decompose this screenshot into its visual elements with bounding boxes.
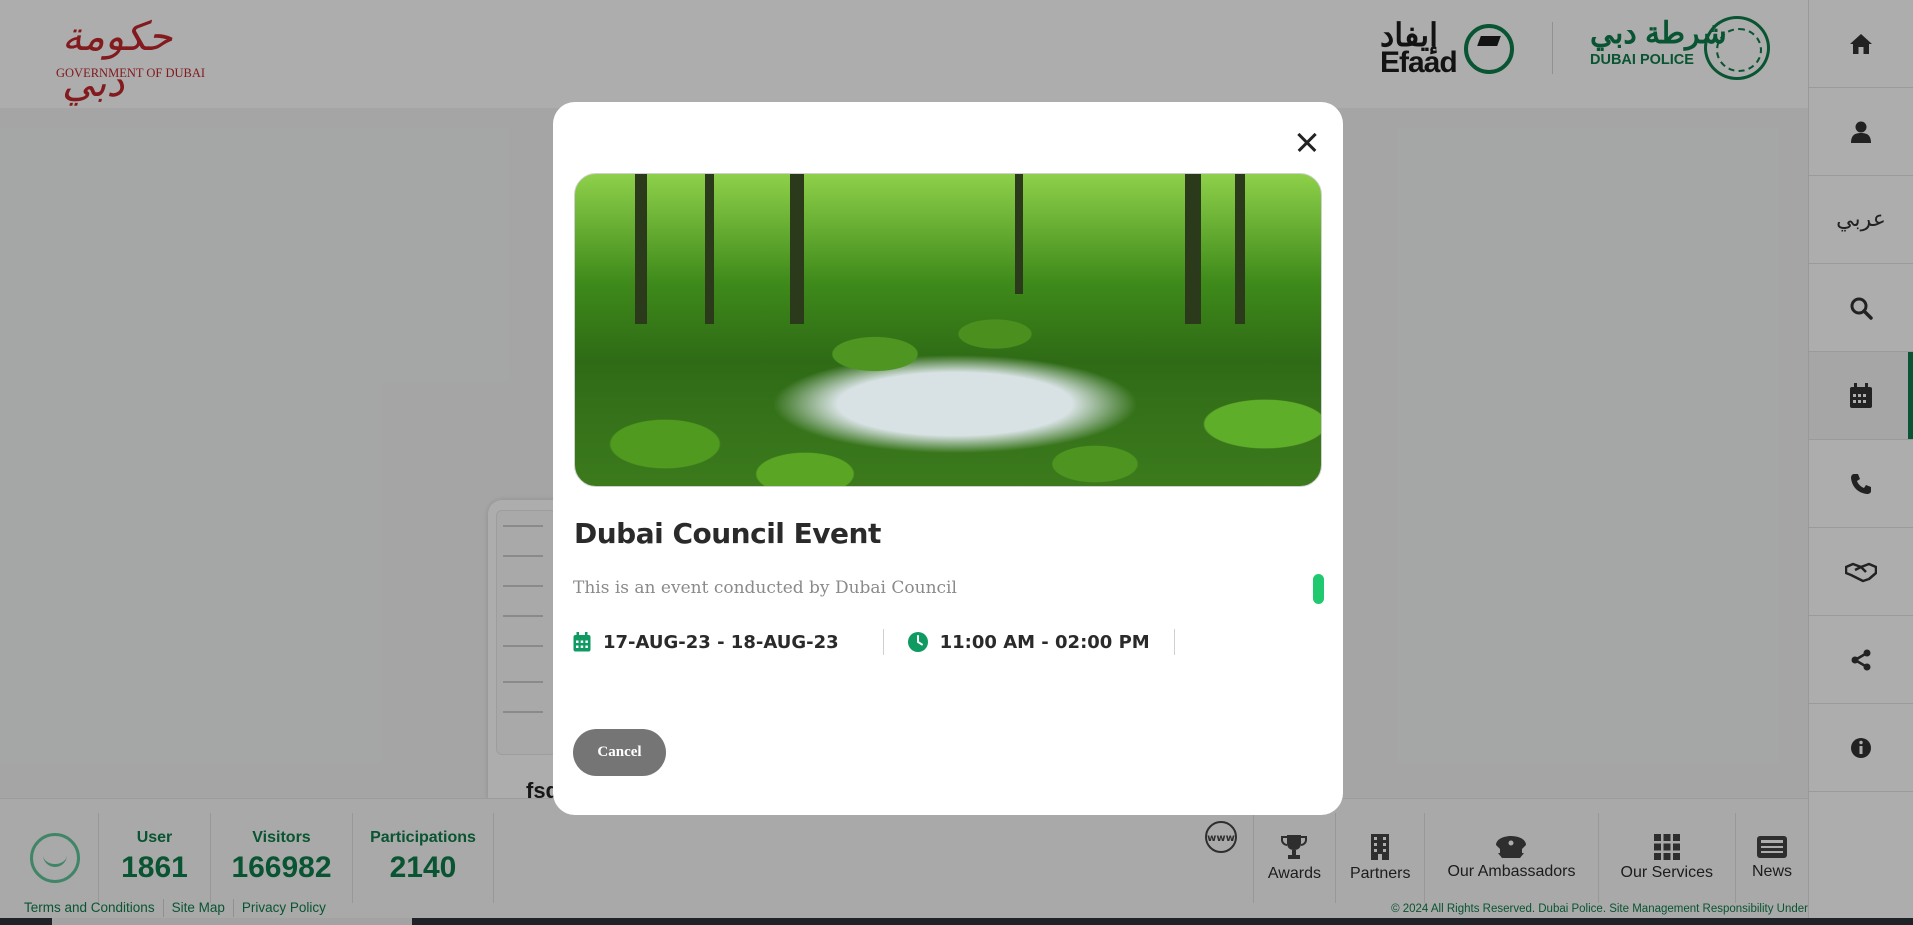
event-title: Dubai Council Event	[574, 517, 881, 550]
cancel-button[interactable]: Cancel	[573, 729, 666, 776]
event-time-range: 11:00 AM - 02:00 PM	[939, 631, 1150, 653]
event-date-range: 17-AUG-23 - 18-AUG-23	[603, 631, 839, 653]
event-description: This is an event conducted by Dubai Coun…	[573, 578, 957, 598]
clock-icon	[907, 632, 928, 652]
close-icon[interactable]	[1291, 126, 1323, 158]
event-date: 17-AUG-23 - 18-AUG-23	[573, 629, 884, 655]
scroll-indicator[interactable]	[1313, 574, 1324, 604]
event-details-modal: Dubai Council Event This is an event con…	[553, 102, 1343, 815]
event-image	[574, 173, 1322, 487]
event-meta: 17-AUG-23 - 18-AUG-23 11:00 AM - 02:00 P…	[573, 627, 1175, 657]
event-time: 11:00 AM - 02:00 PM	[884, 629, 1175, 655]
calendar-icon	[573, 632, 591, 652]
